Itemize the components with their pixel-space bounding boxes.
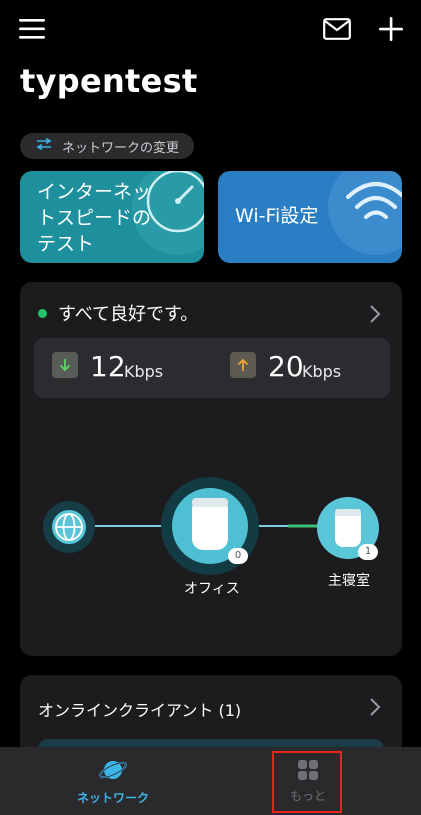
wifi-settings-label: Wi-Fi設定 [235, 205, 319, 227]
nav-network-label: ネットワーク [76, 790, 149, 805]
speed-test-tile[interactable]: インターネットスピードのテスト [20, 171, 204, 263]
status-indicator [38, 309, 47, 318]
nav-network[interactable]: ネットワーク [60, 747, 166, 815]
bottom-navigation: ネットワーク もっと [0, 747, 421, 815]
download-unit: Kbps [124, 362, 164, 381]
status-text: すべて良好です。 [58, 304, 199, 325]
network-topology: 0 オフィス 1 主寝室 [20, 462, 402, 602]
download-arrow-icon [52, 352, 78, 378]
chevron-right-icon[interactable] [368, 304, 382, 324]
change-network-label: ネットワークの変更 [62, 140, 180, 156]
change-network-button[interactable]: ネットワークの変更 [20, 133, 194, 159]
satellite-node[interactable]: 1 [316, 496, 380, 560]
planet-icon [99, 760, 127, 779]
upload-arrow-icon [230, 352, 256, 378]
main-node-client-badge: 0 [228, 548, 248, 564]
online-clients-label: オンラインクライアント (1) [38, 701, 242, 720]
speed-readout: 12 Kbps 20 Kbps [34, 338, 390, 398]
satellite-node-client-badge: 1 [358, 544, 378, 560]
top-bar [0, 0, 421, 60]
main-node-label: オフィス [184, 581, 240, 597]
envelope-icon[interactable] [320, 14, 354, 44]
globe-icon[interactable] [42, 500, 96, 554]
upload-value: 20 [268, 350, 304, 383]
wifi-settings-tile[interactable]: Wi-Fi設定 [218, 171, 402, 263]
hamburger-menu-icon[interactable] [16, 14, 50, 44]
wifi-icon [328, 171, 402, 255]
plus-icon[interactable] [374, 12, 408, 46]
network-status-card[interactable]: すべて良好です。 12 Kbps 20 Kbps 0 オフィス 1 主寝室 [20, 282, 402, 656]
highlight-box [272, 751, 342, 813]
chevron-right-icon[interactable] [368, 697, 382, 717]
swap-arrows-icon [36, 137, 52, 154]
satellite-node-label: 主寝室 [328, 573, 370, 589]
download-value: 12 [90, 350, 126, 383]
main-router-node[interactable]: 0 [160, 476, 260, 576]
speed-test-label: インターネットスピードのテスト [37, 181, 152, 255]
upload-unit: Kbps [302, 362, 342, 381]
page-title: typentest [20, 62, 198, 100]
